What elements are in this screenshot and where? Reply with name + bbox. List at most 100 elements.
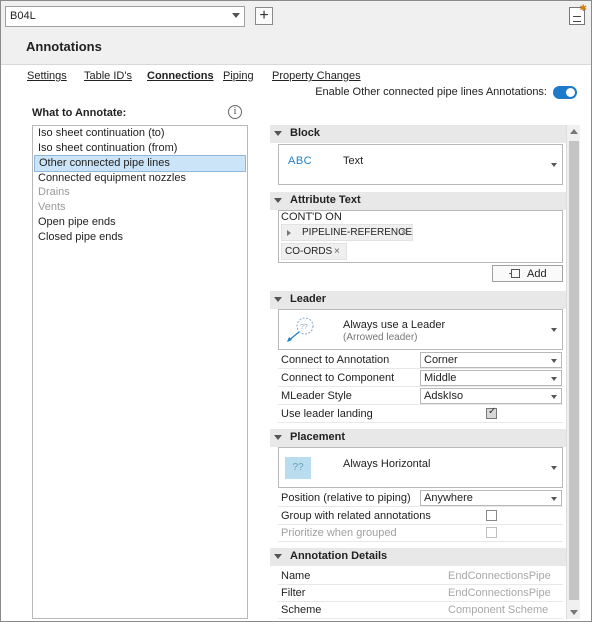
section-title: Leader xyxy=(290,293,327,305)
collapse-caret-icon xyxy=(274,554,282,559)
prop-row: Connect to Annotation Corner xyxy=(278,351,563,369)
collapse-caret-icon xyxy=(274,198,282,203)
attribute-prefix: CONT'D ON xyxy=(281,211,342,223)
prop-key: Prioritize when grouped xyxy=(281,527,397,539)
attribute-chip[interactable]: PIPELINE-REFERENCE × xyxy=(281,224,413,241)
prop-row: Prioritize when grouped xyxy=(278,524,563,542)
prop-value: Component Scheme xyxy=(448,604,549,616)
leader-style-selector[interactable]: ?? Always use a Leader (Arrowed leader) xyxy=(278,309,563,350)
chevron-down-icon xyxy=(551,377,557,381)
prop-key: Scheme xyxy=(281,604,322,616)
page-title: Annotations xyxy=(26,39,102,54)
section-placement[interactable]: Placement xyxy=(270,429,566,447)
drawing-select[interactable]: B04L xyxy=(5,6,245,27)
header-bar: B04L + ✱ Annotations xyxy=(1,1,591,65)
prop-row: Position (relative to piping) Anywhere xyxy=(278,489,563,507)
drawing-select-value: B04L xyxy=(10,10,36,22)
annotate-list: Iso sheet continuation (to) Iso sheet co… xyxy=(32,125,248,619)
connect-annotation-select[interactable]: Corner xyxy=(420,352,562,368)
add-attribute-icon xyxy=(509,269,520,278)
info-icon[interactable]: i xyxy=(228,105,242,119)
section-block[interactable]: Block xyxy=(270,125,566,143)
chevron-down-icon xyxy=(551,465,557,470)
section-annotation-details[interactable]: Annotation Details xyxy=(270,548,566,566)
attribute-chip[interactable]: CO-ORDS × xyxy=(281,243,347,260)
prop-key: Connect to Annotation xyxy=(281,354,390,366)
remove-icon[interactable]: × xyxy=(334,244,340,259)
enable-annotations-toggle[interactable] xyxy=(553,86,577,99)
block-value: Text xyxy=(343,155,364,167)
add-attribute-label: Add xyxy=(527,268,547,280)
lines-icon xyxy=(573,16,581,22)
connect-component-select[interactable]: Middle xyxy=(420,370,562,386)
prop-value: AdskIso xyxy=(424,390,464,402)
section-title: Placement xyxy=(290,431,346,443)
prop-value: Middle xyxy=(424,372,457,384)
prop-key: Position (relative to piping) xyxy=(281,492,411,504)
chevron-down-icon xyxy=(551,327,557,332)
chevron-down-icon xyxy=(232,13,240,18)
text-block-icon: ABC xyxy=(288,155,313,167)
list-item-selected[interactable]: Other connected pipe lines xyxy=(34,155,246,172)
arrowed-leader-icon: ?? xyxy=(287,317,314,342)
use-leader-landing-checkbox[interactable] xyxy=(486,406,497,419)
mleader-style-select[interactable]: AdskIso xyxy=(420,388,562,404)
add-attribute-button[interactable]: Add xyxy=(492,265,563,282)
tab-piping[interactable]: Piping xyxy=(223,70,254,82)
leader-style-sub: (Arrowed leader) xyxy=(343,332,418,343)
prop-key: Name xyxy=(281,570,311,582)
properties-scrollbar[interactable] xyxy=(566,125,580,619)
prop-key: Use leader landing xyxy=(281,408,373,420)
collapse-caret-icon xyxy=(274,435,282,440)
tab-property-changes[interactable]: Property Changes xyxy=(272,70,361,82)
prop-value: EndConnectionsPipe xyxy=(448,570,551,582)
list-item[interactable]: Closed pipe ends xyxy=(34,230,246,246)
tab-settings[interactable]: Settings xyxy=(27,70,67,82)
prop-key: MLeader Style xyxy=(281,390,352,402)
collapse-caret-icon xyxy=(274,297,282,302)
collapse-caret-icon xyxy=(274,131,282,136)
chevron-down-icon xyxy=(551,162,557,167)
add-button[interactable]: + xyxy=(255,7,273,25)
horizontal-placement-icon: ?? xyxy=(285,457,311,479)
scroll-up-icon[interactable] xyxy=(570,129,578,134)
prop-value: Corner xyxy=(424,354,458,366)
tab-table-ids[interactable]: Table ID's xyxy=(84,70,132,82)
placement-style-name: Always Horizontal xyxy=(343,458,431,470)
section-leader[interactable]: Leader xyxy=(270,291,566,309)
section-title: Annotation Details xyxy=(290,550,388,562)
enable-annotations-label: Enable Other connected pipe lines Annota… xyxy=(315,86,547,98)
prop-row: MLeader Style AdskIso xyxy=(278,387,563,405)
chevron-down-icon xyxy=(551,359,557,363)
tab-connections[interactable]: Connections xyxy=(147,70,214,82)
list-item[interactable]: Iso sheet continuation (to) xyxy=(34,126,246,142)
position-select[interactable]: Anywhere xyxy=(420,490,562,506)
chevron-down-icon xyxy=(551,497,557,501)
section-title: Block xyxy=(290,127,320,139)
what-to-annotate-label: What to Annotate: xyxy=(32,107,127,119)
prop-row: Name EndConnectionsPipe xyxy=(278,567,563,585)
toggle-knob xyxy=(566,88,575,97)
section-title: Attribute Text xyxy=(290,194,361,206)
remove-icon[interactable]: × xyxy=(401,225,407,240)
scroll-thumb[interactable] xyxy=(569,141,579,600)
scroll-down-icon[interactable] xyxy=(570,610,578,615)
section-attribute-text[interactable]: Attribute Text xyxy=(270,192,566,210)
expand-icon xyxy=(287,230,291,236)
list-item-disabled: Drains xyxy=(38,186,70,198)
chip-label: PIPELINE-REFERENCE xyxy=(302,227,413,238)
list-item-disabled: Vents xyxy=(38,201,66,213)
leader-style-name: Always use a Leader xyxy=(343,319,446,331)
block-selector[interactable]: ABC Text xyxy=(278,144,563,185)
list-item[interactable]: Open pipe ends xyxy=(34,215,246,231)
annotations-window: B04L + ✱ Annotations Settings Table ID's… xyxy=(0,0,592,622)
prop-row: Connect to Component Middle xyxy=(278,369,563,387)
placement-style-selector[interactable]: ?? Always Horizontal xyxy=(278,447,563,488)
prioritize-checkbox xyxy=(486,527,497,538)
prop-key: Filter xyxy=(281,587,306,599)
prop-row: Group with related annotations xyxy=(278,507,563,525)
prop-key: Connect to Component xyxy=(281,372,395,384)
export-icon[interactable]: ✱ xyxy=(569,3,587,25)
group-annotations-checkbox[interactable] xyxy=(486,510,497,521)
prop-row: Scheme Component Scheme xyxy=(278,601,563,619)
